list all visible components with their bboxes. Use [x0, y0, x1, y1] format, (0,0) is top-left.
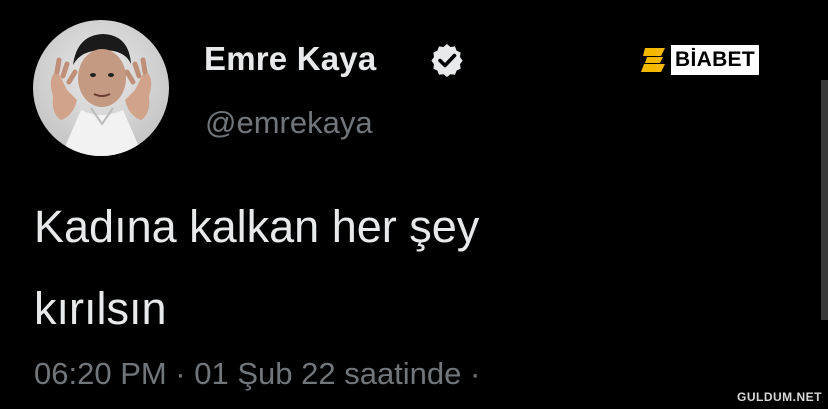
- avatar[interactable]: [33, 20, 169, 156]
- scrollbar[interactable]: [821, 80, 828, 320]
- author-handle[interactable]: @emrekaya: [205, 105, 373, 141]
- display-name[interactable]: Emre Kaya: [204, 40, 376, 78]
- tweet-timestamp[interactable]: 06:20 PM · 01 Şub 22 saatinde ·: [34, 356, 480, 392]
- verified-badge-icon: [431, 44, 463, 77]
- brand-b-icon: [641, 48, 665, 72]
- tweet-text: Kadına kalkan her şey kırılsın: [34, 201, 480, 334]
- brand-logo: BİABET: [641, 44, 759, 76]
- watermark: GULDUM.NET: [737, 390, 822, 404]
- avatar-photo: [50, 34, 152, 156]
- brand-logo-text: BİABET: [671, 45, 759, 75]
